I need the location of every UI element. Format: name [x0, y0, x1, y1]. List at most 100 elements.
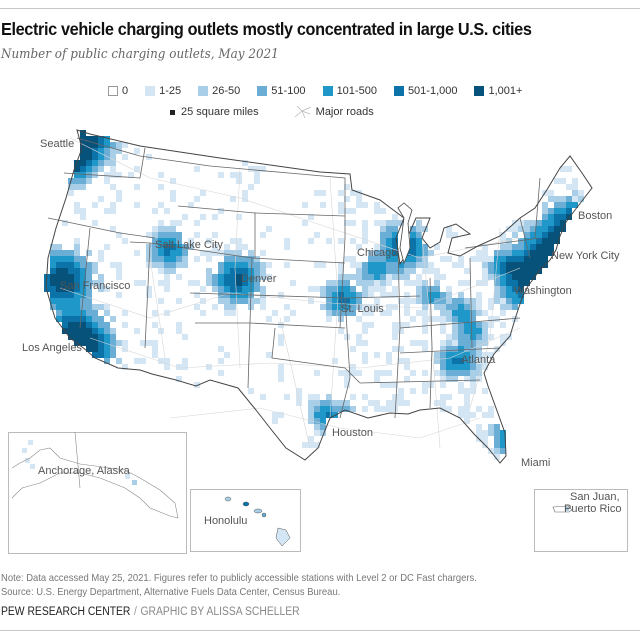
grid-cell [422, 328, 428, 334]
inset-label-pr-line2: Puerto Rico [564, 503, 621, 515]
grid-cell [422, 382, 428, 388]
grid-cell [218, 358, 224, 364]
grid-cell [62, 268, 68, 274]
grid-cell [86, 166, 92, 172]
grid-cell [25, 458, 30, 463]
grid-cell [482, 274, 488, 280]
grid-cell [530, 268, 536, 274]
grid-cell [542, 202, 548, 208]
grid-cell [152, 352, 158, 358]
grid-cell [356, 274, 362, 280]
grid-cell [56, 310, 62, 316]
grid-cell [230, 310, 236, 316]
grid-cell [254, 172, 260, 178]
grid-cell [266, 316, 272, 322]
grid-cell [404, 400, 410, 406]
grid-cell [230, 280, 236, 286]
grid-cell [344, 370, 350, 376]
grid-cell [386, 352, 392, 358]
grid-cell [506, 304, 512, 310]
grid-cell [458, 256, 464, 262]
grid-cell [398, 322, 404, 328]
grid-cell [86, 142, 92, 148]
grid-cell [368, 286, 374, 292]
grid-cell [80, 262, 86, 268]
grid-cell [176, 256, 182, 262]
grid-cell [362, 280, 368, 286]
grid-cell [158, 226, 164, 232]
grid-cell [386, 304, 392, 310]
grid-cell [452, 364, 458, 370]
grid-cell [500, 292, 506, 298]
grid-cell [92, 316, 98, 322]
grid-cell [248, 166, 254, 172]
byline: GRAPHIC BY ALISSA SCHELLER [140, 606, 300, 618]
grid-cell [224, 256, 230, 262]
grid-cell [512, 256, 518, 262]
grid-cell [158, 220, 164, 226]
grid-cell [302, 442, 308, 448]
grid-cell [182, 262, 188, 268]
grid-cell [434, 358, 440, 364]
grid-cell [86, 328, 92, 334]
grid-cell [374, 280, 380, 286]
grid-cell [464, 406, 470, 412]
grid-cell [368, 322, 374, 328]
grid-cell [104, 148, 110, 154]
grid-cell [80, 172, 86, 178]
grid-cell [92, 154, 98, 160]
grid-cell [572, 178, 578, 184]
grid-cell [518, 250, 524, 256]
grid-cell [458, 292, 464, 298]
grid-cell [170, 220, 176, 226]
grid-cell [350, 262, 356, 268]
grid-cell [218, 274, 224, 280]
grid-cell [554, 220, 560, 226]
grid-cell [434, 352, 440, 358]
grid-cell [374, 208, 380, 214]
legend-swatch [198, 86, 209, 96]
grid-cell [434, 280, 440, 286]
grid-cell [80, 304, 86, 310]
grid-cell [176, 328, 182, 334]
grid-cell [392, 214, 398, 220]
grid-cell [68, 310, 74, 316]
grid-cell [488, 424, 494, 430]
grid-cell [212, 286, 218, 292]
grid-cell [314, 370, 320, 376]
grid-cell [326, 238, 332, 244]
grid-cell [116, 196, 122, 202]
grid-cell [536, 226, 542, 232]
grid-cell [392, 322, 398, 328]
grid-cell [506, 250, 512, 256]
grid-cell [326, 280, 332, 286]
grid-cell [362, 226, 368, 232]
grid-cell [476, 322, 482, 328]
grid-cell [236, 244, 242, 250]
grid-cell [92, 322, 98, 328]
grid-cell [494, 316, 500, 322]
grid-cell [74, 298, 80, 304]
grid-cell [68, 256, 74, 262]
grid-cell [218, 268, 224, 274]
grid-cell [164, 286, 170, 292]
grid-cell [116, 292, 122, 298]
grid-cell [86, 160, 92, 166]
grid-cell [476, 334, 482, 340]
grid-cell [182, 256, 188, 262]
grid-cell [356, 316, 362, 322]
grid-cell [254, 166, 260, 172]
grid-cell [362, 268, 368, 274]
grid-cell [446, 232, 452, 238]
grid-cell [164, 268, 170, 274]
grid-cell [134, 328, 140, 334]
legend-item-0: 0 [108, 85, 128, 97]
grid-cell [224, 310, 230, 316]
grid-cell [344, 256, 350, 262]
grid-cell [230, 172, 236, 178]
grid-cell [338, 286, 344, 292]
org-name: PEW RESEARCH CENTER [1, 606, 131, 618]
grid-cell [164, 280, 170, 286]
grid-cell [470, 340, 476, 346]
grid-cell [446, 358, 452, 364]
